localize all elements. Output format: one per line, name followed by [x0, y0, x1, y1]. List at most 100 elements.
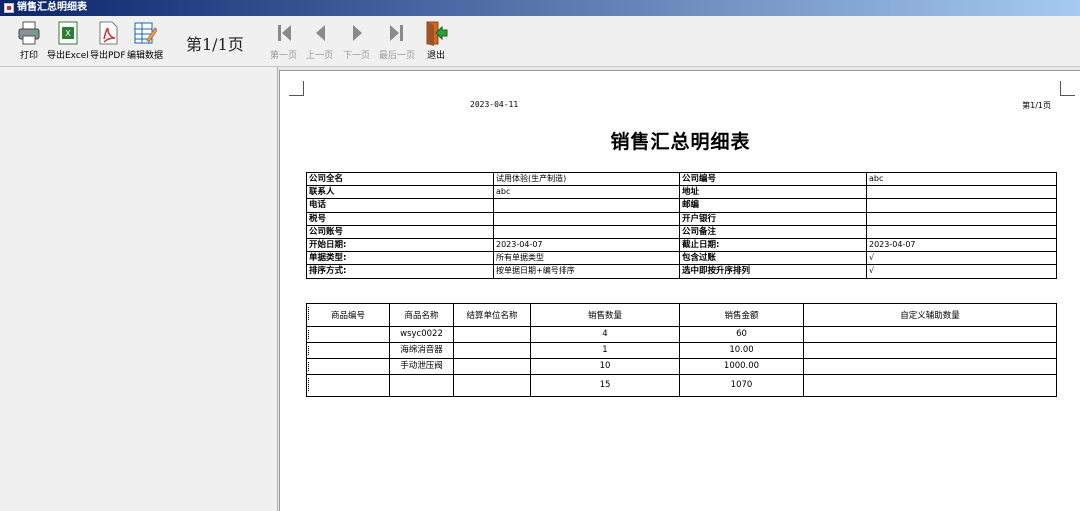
first-page-icon: [272, 20, 296, 46]
table-cell: 1000.00: [679, 358, 804, 375]
info-field-label: 公司全名: [306, 171, 494, 187]
totals-cell: [306, 374, 390, 397]
table-cell: [453, 342, 531, 359]
info-field-label: 包含过账: [679, 251, 867, 266]
table-row[interactable]: 海绵消音器 1 10.00: [306, 342, 1057, 359]
next-page-button[interactable]: 下一页: [343, 20, 370, 61]
edit-table-icon: [133, 20, 158, 46]
table-row[interactable]: wsyc0022 4 60: [306, 326, 1057, 343]
info-row: 电话 邮编: [306, 198, 1057, 213]
table-cell: [306, 326, 390, 343]
table-cell: 60: [679, 326, 804, 343]
exit-label: 退出: [426, 51, 445, 61]
report-page: 2023-04-11 第1/1页 销售汇总明细表 公司全名 试用体验(生产制造) 公…: [279, 70, 1080, 511]
page-indicator: 第1/1页: [186, 35, 244, 54]
info-field-value: [866, 211, 1057, 226]
info-field-value: 试用体验(生产制造): [493, 171, 680, 187]
column-header[interactable]: 销售数量: [530, 303, 680, 327]
export-excel-button[interactable]: X 导出Excel: [47, 20, 89, 61]
print-button[interactable]: 打印: [17, 20, 41, 61]
export-pdf-button[interactable]: 导出PDF: [90, 20, 126, 61]
info-field-label: 开始日期:: [306, 237, 494, 253]
info-field-label: 单据类型:: [306, 251, 494, 266]
info-field-value: √: [866, 264, 1057, 279]
column-header[interactable]: 商品编号: [306, 303, 390, 327]
info-field-value: [866, 224, 1057, 239]
info-field-label: 公司账号: [306, 224, 494, 239]
last-page-button[interactable]: 最后一页: [379, 20, 415, 61]
totals-cell: 15: [530, 374, 680, 397]
sales-detail-table: 商品编号 商品名称 结算单位名称 销售数量 销售金额 自定义辅助数量 wsyc0022 4 6…: [306, 303, 1057, 397]
info-row: 税号 开户银行: [306, 211, 1057, 226]
table-cell: 4: [530, 326, 680, 343]
report-preview-area[interactable]: 2023-04-11 第1/1页 销售汇总明细表 公司全名 试用体验(生产制造) 公…: [278, 67, 1080, 511]
info-field-value: abc: [866, 171, 1057, 187]
table-cell: 手动泄压阀: [389, 358, 454, 375]
totals-cell: 1070: [679, 374, 804, 397]
svg-text:X: X: [65, 29, 71, 38]
column-header[interactable]: 结算单位名称: [453, 303, 531, 327]
next-page-label: 下一页: [343, 51, 371, 61]
info-field-label: 电话: [306, 198, 494, 213]
info-row: 排序方式: 按单据日期+编号排序 选中即按升序排列 √: [306, 264, 1057, 279]
info-field-label: 公司编号: [679, 171, 867, 187]
info-field-label: 邮编: [679, 198, 867, 213]
print-label: 打印: [19, 51, 38, 61]
edit-data-label: 编辑数据: [127, 51, 164, 61]
first-page-button[interactable]: 第一页: [270, 20, 297, 61]
table-row[interactable]: 手动泄压阀 10 1000.00: [306, 358, 1057, 375]
table-cell: wsyc0022: [389, 326, 454, 343]
table-cell: [803, 326, 1057, 343]
info-field-label: 截止日期:: [679, 237, 867, 253]
totals-cell: [803, 374, 1057, 397]
info-field-value: 2023-04-07: [866, 237, 1057, 253]
info-field-value: abc: [493, 185, 680, 200]
prev-page-button[interactable]: 上一页: [306, 20, 333, 61]
report-info-table: 公司全名 试用体验(生产制造) 公司编号 abc 联系人 abc 地址 电话 邮编 税号 开户银行公…: [306, 171, 1057, 279]
table-cell: 海绵消音器: [389, 342, 454, 359]
margin-mark-top-left: [289, 81, 304, 96]
info-field-value: 2023-04-07: [493, 237, 680, 253]
info-field-label: 联系人: [306, 185, 494, 200]
info-field-value: [493, 198, 680, 213]
next-page-icon: [345, 20, 369, 46]
report-title: 销售汇总明细表: [610, 131, 751, 153]
table-cell: [453, 326, 531, 343]
export-excel-label: 导出Excel: [47, 51, 89, 61]
excel-icon: X: [56, 20, 80, 46]
table-cell: [803, 358, 1057, 375]
column-header[interactable]: 商品名称: [389, 303, 454, 327]
table-cell: 10.00: [679, 342, 804, 359]
printer-icon: [17, 20, 41, 46]
exit-button[interactable]: 退出: [424, 20, 448, 61]
info-field-label: 选中即按升序排列: [679, 264, 867, 279]
totals-row: 15 1070: [306, 374, 1057, 397]
left-panel: [0, 67, 278, 511]
margin-mark-top-right: [1060, 81, 1075, 96]
info-field-value: 按单据日期+编号排序: [493, 264, 680, 279]
info-field-value: [866, 185, 1057, 200]
table-cell: [306, 358, 390, 375]
info-field-label: 排序方式:: [306, 264, 494, 279]
info-field-label: 公司备注: [679, 224, 867, 239]
column-header[interactable]: 销售金额: [679, 303, 804, 327]
info-row: 联系人 abc 地址: [306, 185, 1057, 200]
table-cell: [453, 358, 531, 375]
info-field-value: [866, 198, 1057, 213]
info-row: 单据类型: 所有单据类型 包含过账 √: [306, 251, 1057, 266]
prev-page-label: 上一页: [306, 51, 334, 61]
edit-data-button[interactable]: 编辑数据: [127, 20, 163, 61]
first-page-label: 第一页: [270, 51, 298, 61]
info-row: 开始日期: 2023-04-07 截止日期: 2023-04-07: [306, 237, 1057, 253]
table-cell: [306, 342, 390, 359]
info-field-label: 地址: [679, 185, 867, 200]
info-field-value: √: [866, 251, 1057, 266]
prev-page-icon: [308, 20, 332, 46]
totals-cell: [389, 374, 454, 397]
table-cell: 10: [530, 358, 680, 375]
exit-door-icon: [424, 20, 448, 46]
info-field-label: 开户银行: [679, 211, 867, 226]
column-header[interactable]: 自定义辅助数量: [803, 303, 1057, 327]
table-cell: 1: [530, 342, 680, 359]
window-title: 销售汇总明细表: [17, 2, 87, 13]
